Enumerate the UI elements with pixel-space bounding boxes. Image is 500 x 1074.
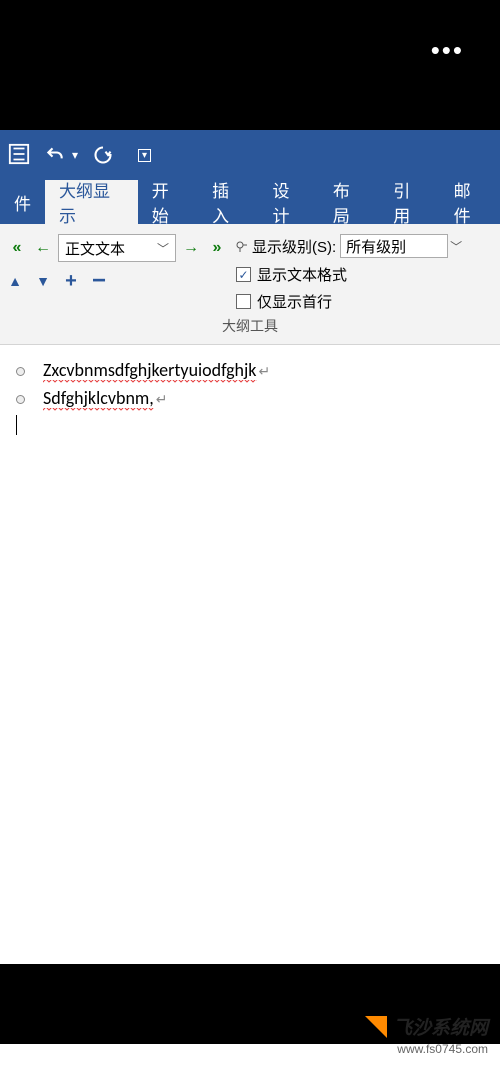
grid-icon[interactable]: [450, 934, 470, 959]
expand-button[interactable]: +: [62, 272, 80, 290]
title-bar: ▾ ▾: [0, 130, 500, 180]
ribbon-group-label: 大纲工具: [6, 312, 494, 342]
outline-item[interactable]: Sdfghjklcvbnm,↵: [16, 387, 490, 411]
show-level-label: 显示级别(S):: [252, 236, 336, 257]
tab-outline[interactable]: 大纲显示: [45, 180, 138, 224]
watermark-url: www.fs0745.com: [365, 1042, 488, 1056]
tab-layout[interactable]: 布局: [319, 180, 379, 224]
tab-insert[interactable]: 插入: [198, 180, 258, 224]
launcher-icon[interactable]: [236, 240, 248, 252]
watermark: 飞沙系统网 www.fs0745.com: [365, 1013, 488, 1056]
move-down-icon[interactable]: ▼: [34, 272, 52, 290]
chevron-down-icon: ﹀: [157, 240, 169, 257]
redo-button[interactable]: [88, 140, 118, 170]
chevron-down-icon[interactable]: ﹀: [450, 238, 462, 255]
tab-home[interactable]: 开始: [138, 180, 198, 224]
watermark-logo-icon: [365, 1016, 387, 1038]
show-formatting-label: 显示文本格式: [257, 264, 347, 285]
outline-text[interactable]: Zxcvbnmsdfghjkertyuiodfghjk: [43, 359, 257, 383]
outline-text[interactable]: Sdfghjklcvbnm,: [43, 387, 154, 411]
document-area[interactable]: Zxcvbnmsdfghjkertyuiodfghjk↵ Sdfghjklcvb…: [0, 345, 500, 448]
show-level-value: 所有级别: [346, 236, 406, 257]
tab-mailings[interactable]: 邮件: [440, 180, 500, 224]
show-formatting-checkbox[interactable]: ✓: [236, 267, 251, 282]
ribbon-panel: « ← 正文文本 ﹀ → » ▲ ▼ + −: [0, 224, 500, 345]
promote-double-icon[interactable]: «: [6, 237, 28, 259]
paragraph-mark-icon: ↵: [259, 363, 271, 380]
tab-design[interactable]: 设计: [259, 180, 319, 224]
status-bar-area: •••: [0, 0, 500, 130]
promote-icon[interactable]: ←: [32, 237, 54, 259]
outline-bullet-icon: [16, 367, 25, 376]
show-first-line-checkbox[interactable]: [236, 294, 251, 309]
tab-file[interactable]: 件: [0, 180, 45, 224]
show-first-line-label: 仅显示首行: [257, 291, 332, 312]
watermark-text: 飞沙系统网: [393, 1013, 488, 1040]
bottom-icons: [405, 934, 470, 959]
collapse-button[interactable]: −: [90, 272, 108, 290]
outline-level-select[interactable]: 正文文本 ﹀: [58, 234, 176, 262]
qat-customize-icon[interactable]: ▾: [138, 149, 151, 162]
more-icon[interactable]: •••: [431, 35, 464, 66]
move-up-icon[interactable]: ▲: [6, 272, 24, 290]
app-icon: [8, 143, 30, 167]
brightness-icon[interactable]: [405, 934, 425, 959]
demote-double-icon[interactable]: »: [206, 237, 228, 259]
text-cursor: [16, 415, 17, 435]
show-level-select[interactable]: 所有级别: [340, 234, 448, 258]
outline-bullet-icon: [16, 395, 25, 404]
undo-dropdown-icon[interactable]: ▾: [72, 148, 78, 162]
paragraph-mark-icon: ↵: [156, 391, 168, 408]
ribbon-tabs: 件 大纲显示 开始 插入 设计 布局 引用 邮件: [0, 180, 500, 224]
outline-item[interactable]: Zxcvbnmsdfghjkertyuiodfghjk↵: [16, 359, 490, 383]
demote-icon[interactable]: →: [180, 237, 202, 259]
tab-references[interactable]: 引用: [379, 180, 439, 224]
undo-button[interactable]: [40, 140, 70, 170]
outline-level-value: 正文文本: [65, 238, 125, 259]
